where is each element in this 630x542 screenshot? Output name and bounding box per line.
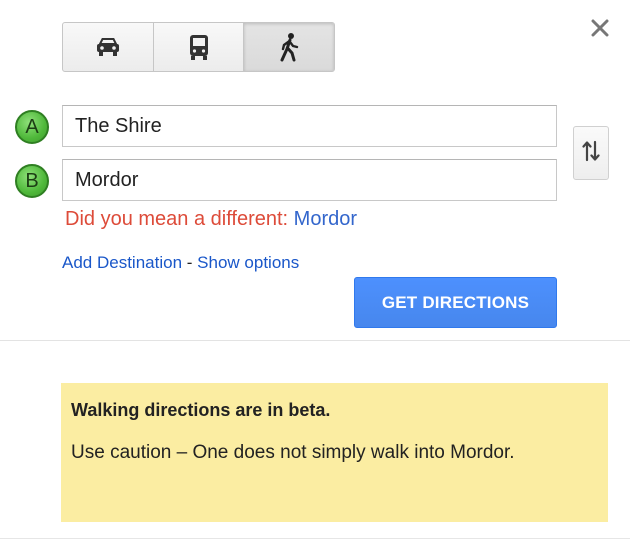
get-directions-button[interactable]: GET DIRECTIONS: [354, 277, 557, 328]
beta-warning-notice: Walking directions are in beta. Use caut…: [61, 383, 608, 522]
mode-driving-button[interactable]: [63, 23, 154, 71]
notice-title: Walking directions are in beta.: [71, 400, 331, 420]
did-you-mean-link[interactable]: Mordor: [294, 208, 357, 230]
transit-icon: [188, 33, 210, 61]
mode-walking-button[interactable]: [244, 23, 334, 71]
close-button[interactable]: [588, 18, 612, 42]
close-icon: [591, 19, 609, 42]
show-options-link[interactable]: Show options: [197, 253, 299, 272]
swap-arrows-icon: [582, 140, 600, 167]
waypoint-a-marker: A: [15, 110, 49, 144]
add-destination-link[interactable]: Add Destination: [62, 253, 182, 272]
route-links-row: Add Destination - Show options: [62, 253, 299, 273]
waypoint-a-label: A: [25, 115, 39, 138]
did-you-mean-row: Did you mean a different: Mordor: [65, 208, 357, 231]
origin-input[interactable]: [62, 105, 557, 147]
links-separator: -: [186, 253, 193, 272]
swap-waypoints-button[interactable]: [573, 126, 609, 180]
walking-icon: [278, 32, 300, 62]
waypoint-b-marker: B: [15, 164, 49, 198]
section-divider: [0, 340, 630, 341]
waypoint-b-label: B: [25, 169, 39, 192]
destination-input[interactable]: [62, 159, 557, 201]
travel-mode-selector: [62, 22, 335, 72]
car-icon: [94, 36, 122, 58]
mode-transit-button[interactable]: [154, 23, 245, 71]
bottom-divider: [0, 538, 630, 539]
did-you-mean-label: Did you mean a different:: [65, 208, 289, 230]
notice-body: Use caution – One does not simply walk i…: [71, 442, 515, 463]
